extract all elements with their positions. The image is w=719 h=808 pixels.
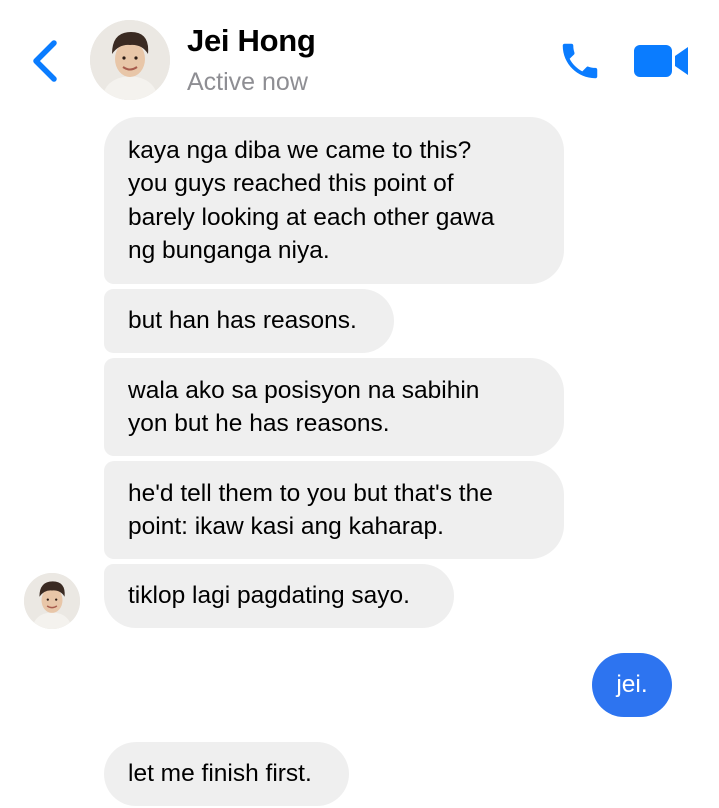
message-line: yon but he has reasons. (128, 410, 390, 437)
received-message[interactable]: tiklop lagi pagdating sayo. (104, 564, 454, 628)
received-message[interactable]: kaya nga diba we came to this? you guys … (104, 117, 564, 284)
video-camera-icon[interactable] (632, 42, 690, 80)
received-message[interactable]: wala ako sa posisyon na sabihin yon but … (104, 358, 564, 456)
message-line: you guys reached this point of (128, 170, 454, 197)
message-line: he'd tell them to you but that's the (128, 479, 493, 507)
message-line: point: ikaw kasi ang kaharap. (128, 513, 444, 540)
phone-icon[interactable] (557, 38, 603, 84)
chevron-left-icon[interactable] (28, 38, 64, 84)
message-line: let me finish first. (128, 760, 312, 788)
message-line: kaya nga diba we came to this? (128, 136, 472, 164)
sent-message[interactable]: jei. (592, 653, 672, 717)
message-line: tiklop lagi pagdating sayo. (128, 582, 410, 610)
sender-avatar[interactable] (24, 573, 80, 629)
contact-name[interactable]: Jei Hong (187, 23, 316, 59)
message-line: jei. (616, 671, 648, 698)
active-status: Active now (187, 68, 308, 96)
avatar[interactable] (90, 20, 170, 100)
chat-header: Jei Hong Active now (0, 0, 719, 108)
message-line: ng bunganga niya. (128, 237, 330, 264)
message-line: wala ako sa posisyon na sabihin (128, 376, 480, 404)
received-message[interactable]: he'd tell them to you but that's the poi… (104, 461, 564, 559)
message-line: barely looking at each other gawa (128, 203, 495, 231)
received-message[interactable]: let me finish first. (104, 742, 349, 806)
received-message[interactable]: but han has reasons. (104, 289, 394, 353)
message-line: but han has reasons. (128, 307, 357, 335)
